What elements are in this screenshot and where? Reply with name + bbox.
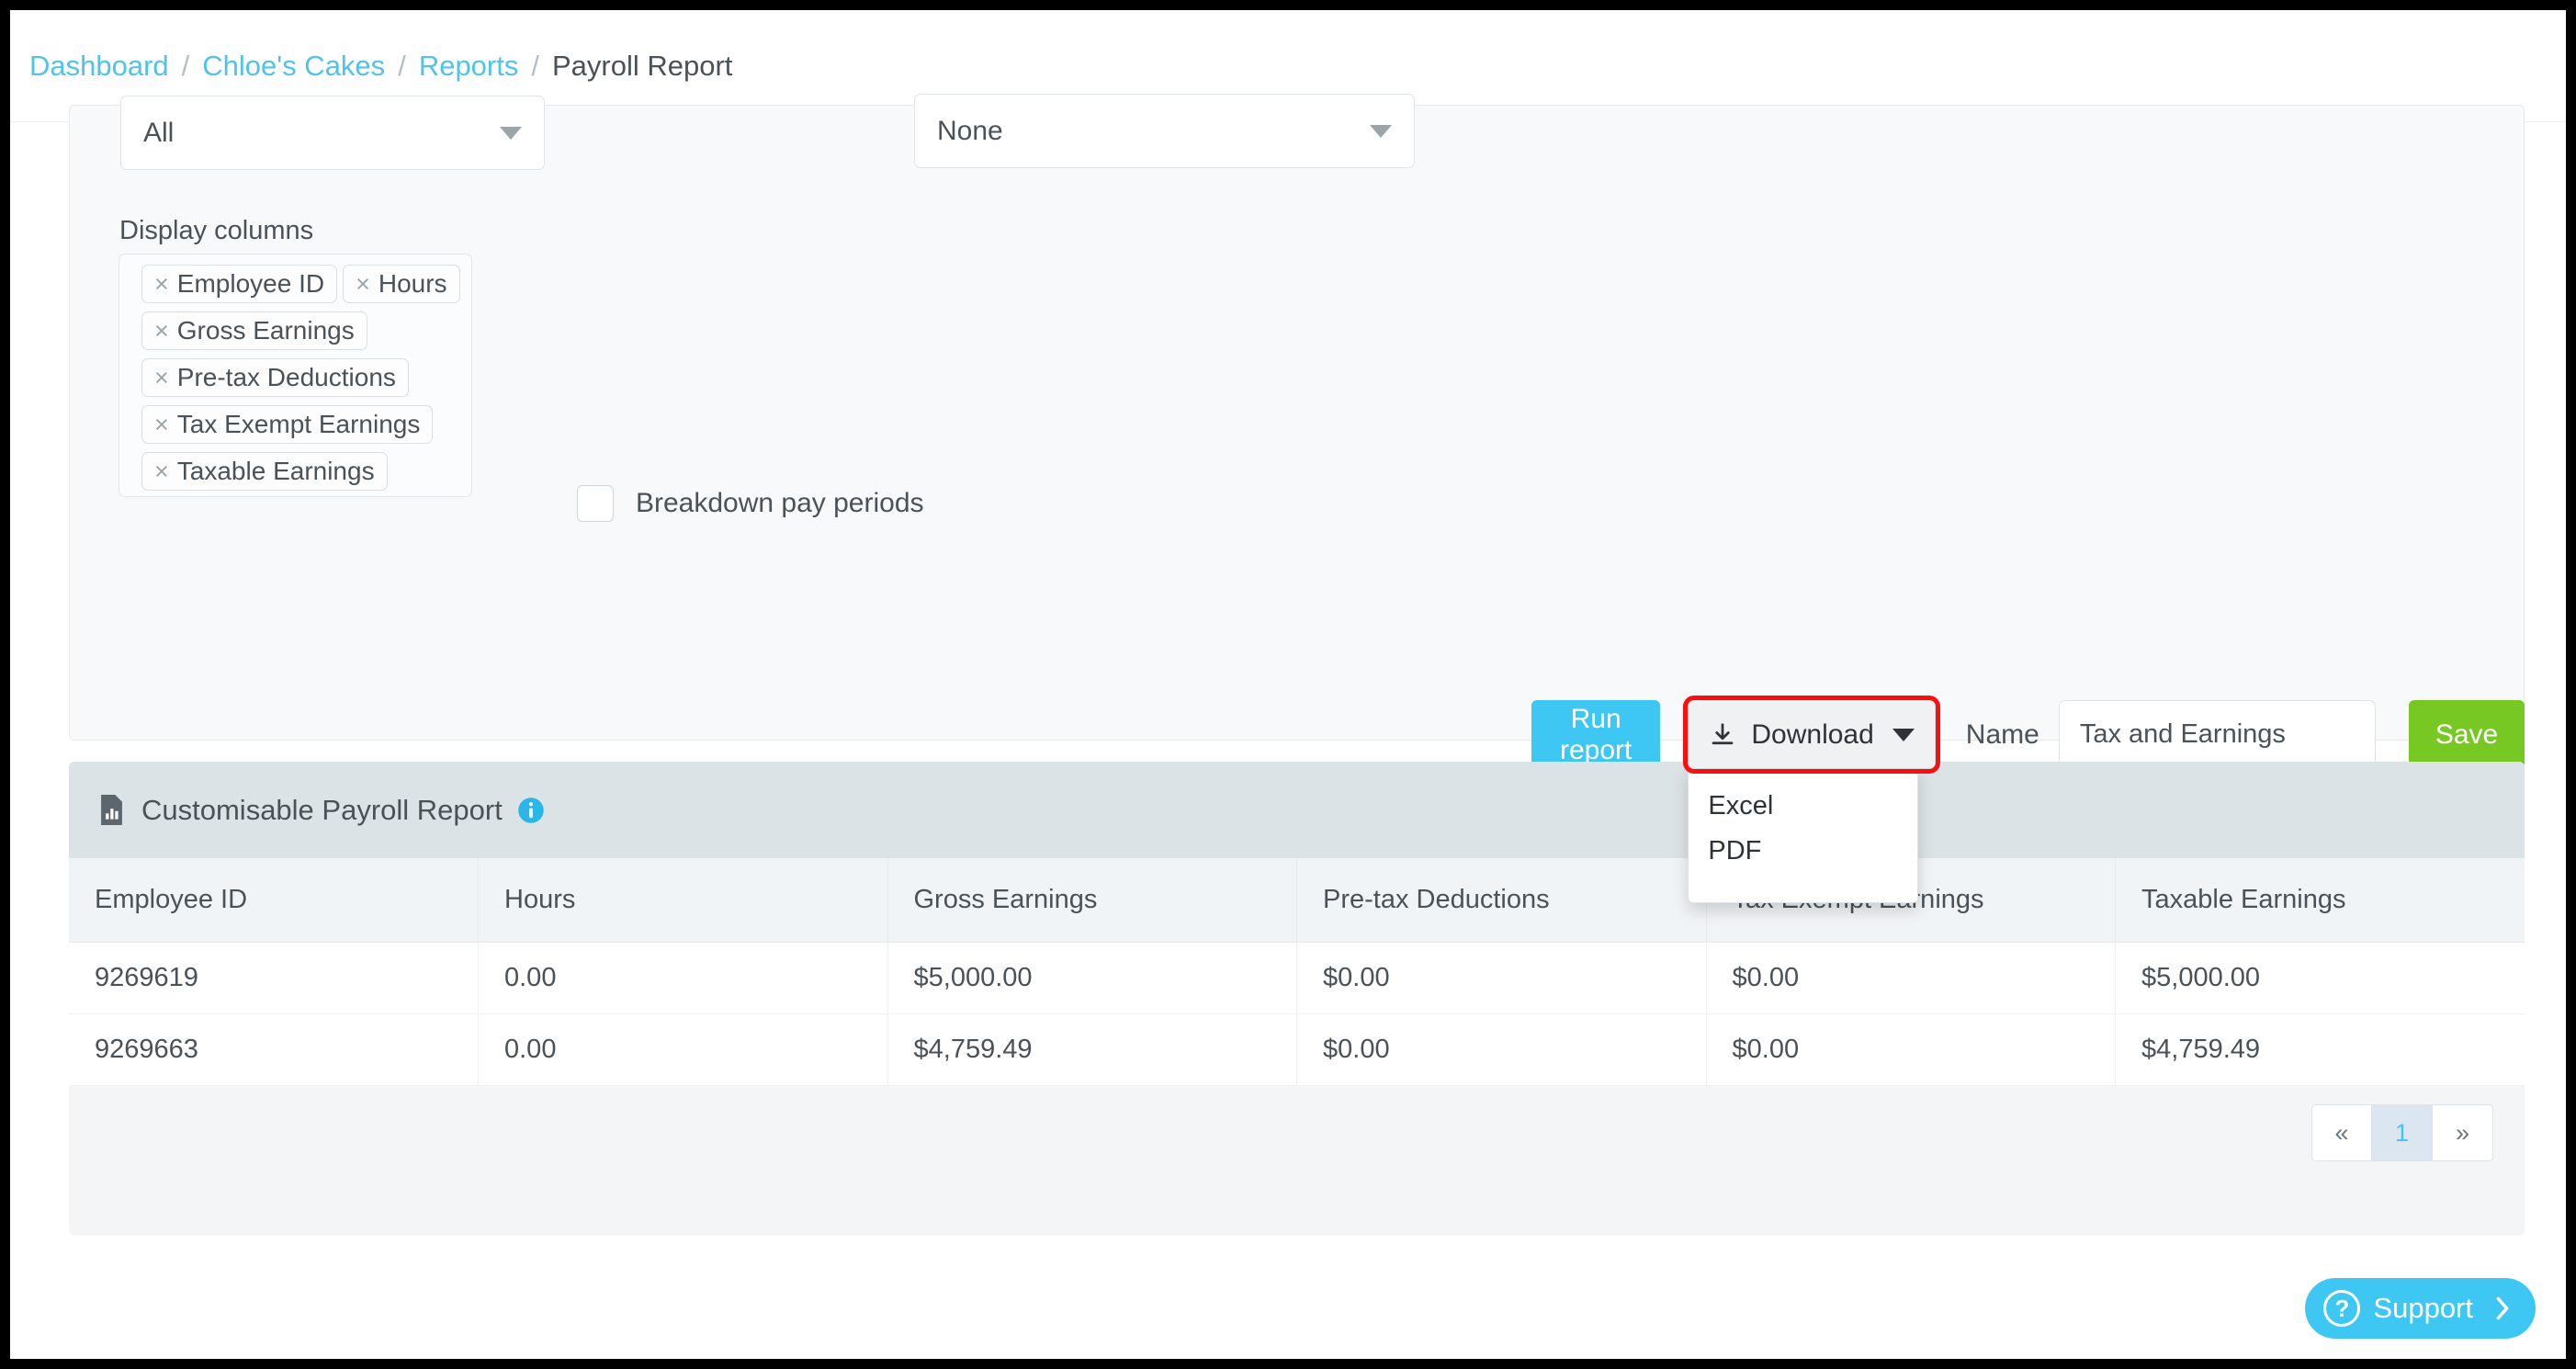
- info-icon[interactable]: [517, 797, 545, 824]
- download-button[interactable]: Download: [1688, 700, 1935, 769]
- remove-chip-icon[interactable]: ×: [154, 458, 169, 486]
- breadcrumb-item-payroll-report: Payroll Report: [552, 50, 732, 83]
- chip-label: Employee ID: [177, 269, 324, 299]
- cell-tax-exempt-earnings: $0.00: [1706, 943, 2116, 1014]
- table-header-row: Employee ID Hours Gross Earnings Pre-tax…: [69, 858, 2525, 943]
- breakdown-pay-periods-checkbox[interactable]: [577, 485, 614, 522]
- chevron-right-icon: [2491, 1295, 2514, 1321]
- chip-label: Gross Earnings: [177, 316, 355, 345]
- column-header-hours[interactable]: Hours: [479, 858, 888, 943]
- breakdown-pay-periods-label: Breakdown pay periods: [636, 488, 924, 519]
- download-menu-item-excel[interactable]: Excel: [1689, 784, 1917, 829]
- cell-taxable-earnings: $4,759.49: [2116, 1014, 2525, 1086]
- cell-employee-id: 9269619: [69, 943, 479, 1014]
- column-header-gross-earnings[interactable]: Gross Earnings: [887, 858, 1297, 943]
- download-button-label: Download: [1751, 719, 1873, 751]
- pagination-first-button[interactable]: «: [2311, 1104, 2372, 1161]
- display-columns-field[interactable]: × Employee ID × Hours × Gross Earnings ×…: [119, 254, 472, 497]
- remove-chip-icon[interactable]: ×: [154, 364, 169, 392]
- cell-tax-exempt-earnings: $0.00: [1706, 1014, 2116, 1086]
- breadcrumb-separator: /: [398, 50, 406, 83]
- action-buttons-row: Run report Download Excel PDF Name: [1531, 700, 2525, 769]
- breadcrumb-item-reports[interactable]: Reports: [419, 50, 519, 83]
- download-dropdown: Download Excel PDF: [1688, 700, 1935, 769]
- cell-gross-earnings: $5,000.00: [887, 943, 1297, 1014]
- chip-label: Hours: [378, 269, 447, 299]
- download-menu: Excel PDF: [1688, 767, 1918, 903]
- support-label: Support: [2373, 1292, 2473, 1325]
- column-chip-gross-earnings[interactable]: × Gross Earnings: [141, 311, 367, 350]
- payroll-report-card: Customisable Payroll Report Employee ID …: [69, 762, 2525, 1236]
- column-chip-employee-id[interactable]: × Employee ID: [141, 265, 337, 303]
- chevron-down-icon: [500, 127, 522, 140]
- column-header-employee-id[interactable]: Employee ID: [69, 858, 479, 943]
- pagination-page-1[interactable]: 1: [2372, 1104, 2433, 1161]
- chip-label: Tax Exempt Earnings: [177, 410, 421, 439]
- remove-chip-icon[interactable]: ×: [356, 270, 370, 299]
- column-chip-taxable-earnings[interactable]: × Taxable Earnings: [141, 452, 388, 491]
- breadcrumb-separator: /: [531, 50, 539, 83]
- remove-chip-icon[interactable]: ×: [154, 317, 169, 345]
- grouping-select[interactable]: None: [914, 94, 1415, 168]
- cell-hours: 0.00: [479, 1014, 888, 1086]
- cell-pre-tax-deductions: $0.00: [1297, 943, 1707, 1014]
- breadcrumb-item-chloes-cakes[interactable]: Chloe's Cakes: [202, 50, 385, 83]
- cell-hours: 0.00: [479, 943, 888, 1014]
- breakdown-pay-periods-row[interactable]: Breakdown pay periods: [577, 485, 924, 522]
- cell-pre-tax-deductions: $0.00: [1297, 1014, 1707, 1086]
- column-header-pre-tax-deductions[interactable]: Pre-tax Deductions: [1297, 858, 1707, 943]
- employee-select[interactable]: All: [120, 96, 545, 170]
- report-filters-card: All None Display columns × Employee ID ×…: [69, 105, 2525, 741]
- display-columns-label: Display columns: [119, 216, 313, 246]
- column-chip-hours[interactable]: × Hours: [343, 265, 459, 303]
- report-name-input[interactable]: [2059, 700, 2376, 769]
- report-card-title: Customisable Payroll Report: [141, 794, 503, 827]
- run-report-button[interactable]: Run report: [1531, 700, 1660, 769]
- download-icon: [1709, 721, 1736, 749]
- save-button[interactable]: Save: [2409, 700, 2525, 769]
- payroll-report-table: Employee ID Hours Gross Earnings Pre-tax…: [69, 858, 2525, 1086]
- chip-label: Pre-tax Deductions: [177, 363, 396, 392]
- cell-employee-id: 9269663: [69, 1014, 479, 1086]
- pagination-row: « 1 »: [69, 1086, 2525, 1180]
- column-chip-pre-tax-deductions[interactable]: × Pre-tax Deductions: [141, 358, 409, 397]
- report-card-header: Customisable Payroll Report: [69, 762, 2525, 858]
- cell-gross-earnings: $4,759.49: [887, 1014, 1297, 1086]
- chip-label: Taxable Earnings: [177, 457, 375, 486]
- column-chip-tax-exempt-earnings[interactable]: × Tax Exempt Earnings: [141, 405, 433, 444]
- chevron-down-icon: [1370, 125, 1392, 138]
- column-header-taxable-earnings[interactable]: Taxable Earnings: [2116, 858, 2525, 943]
- remove-chip-icon[interactable]: ×: [154, 270, 169, 299]
- support-button[interactable]: ? Support: [2305, 1278, 2536, 1339]
- employee-select-value: All: [143, 118, 174, 149]
- breadcrumb-item-dashboard[interactable]: Dashboard: [29, 50, 169, 83]
- table-row: 9269619 0.00 $5,000.00 $0.00 $0.00 $5,00…: [69, 943, 2525, 1014]
- pagination: « 1 »: [2311, 1104, 2493, 1161]
- cell-taxable-earnings: $5,000.00: [2116, 943, 2525, 1014]
- app-viewport: Dashboard / Chloe's Cakes / Reports / Pa…: [10, 10, 2566, 1359]
- grouping-select-value: None: [937, 116, 1003, 147]
- download-menu-item-pdf[interactable]: PDF: [1689, 829, 1917, 874]
- question-mark-icon: ?: [2323, 1290, 2360, 1327]
- report-name-label: Name: [1966, 719, 2039, 751]
- pagination-last-button[interactable]: »: [2433, 1104, 2493, 1161]
- report-document-icon: [97, 795, 126, 825]
- table-row: 9269663 0.00 $4,759.49 $0.00 $0.00 $4,75…: [69, 1014, 2525, 1086]
- breadcrumb-separator: /: [182, 50, 190, 83]
- caret-down-icon: [1892, 729, 1915, 741]
- remove-chip-icon[interactable]: ×: [154, 411, 169, 439]
